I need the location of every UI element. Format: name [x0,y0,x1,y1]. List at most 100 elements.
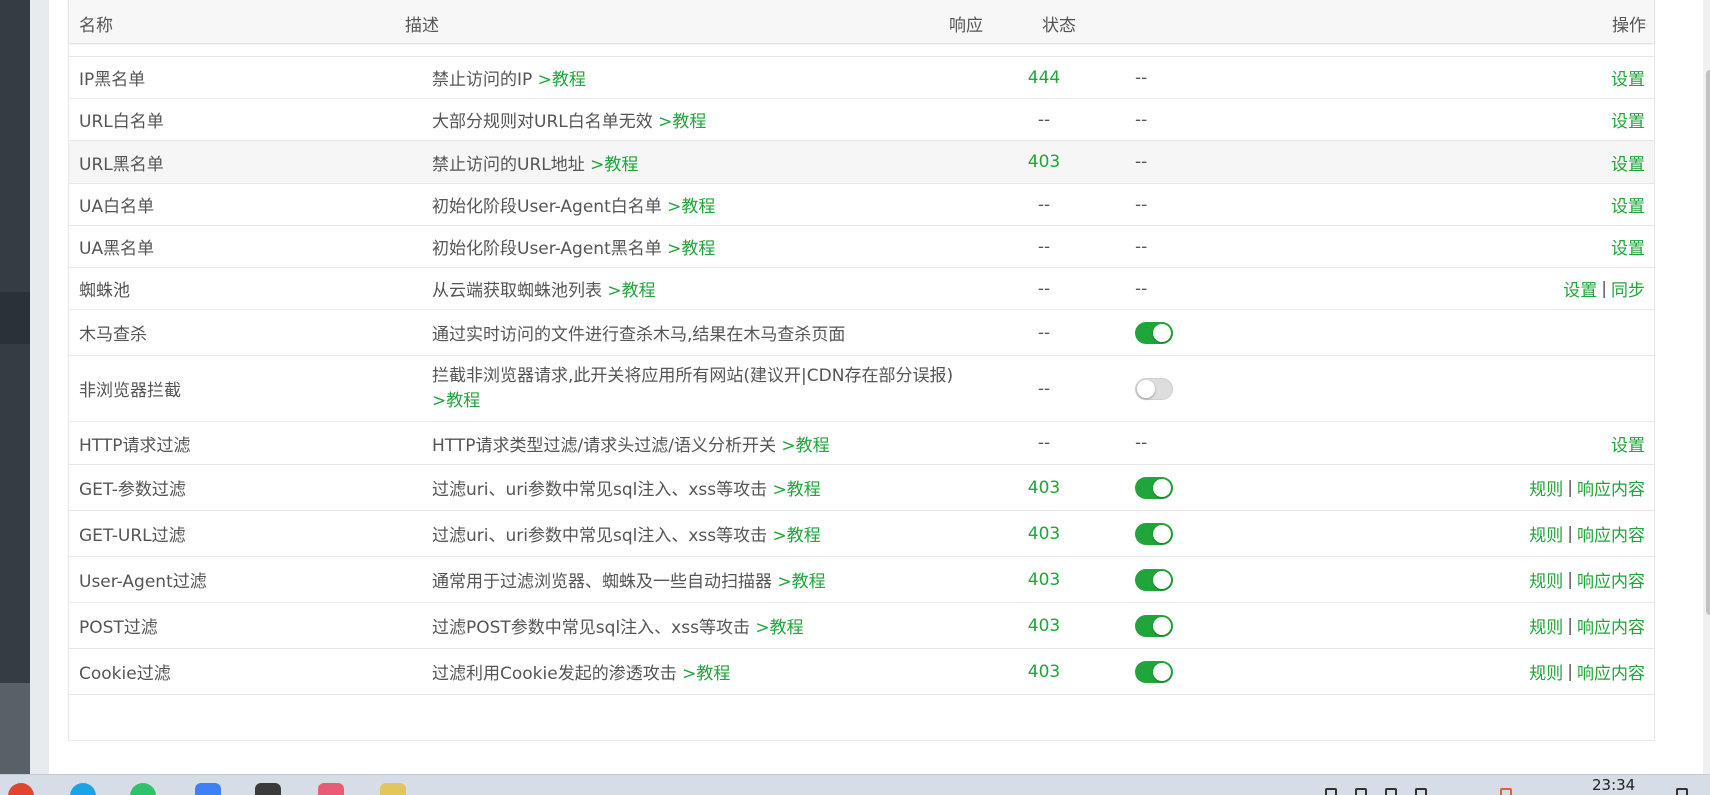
tutorial-link[interactable]: >教程 [773,521,821,546]
row-resp: 403 [1027,569,1061,590]
table-row: POST过滤 过滤POST参数中常见sql注入、xss等攻击 >教程 403 规… [68,603,1655,649]
table-row: Cookie过滤 过滤利用Cookie发起的渗透攻击 >教程 403 规则 | 响应… [68,649,1655,695]
wechat-icon[interactable] [130,783,156,795]
row-name: 非浏览器拦截 [79,381,181,401]
response-content-link[interactable]: 响应内容 [1577,475,1645,500]
sidebar-active-item[interactable] [0,292,30,344]
response-content-link[interactable]: 响应内容 [1577,567,1645,592]
app-icon-pink[interactable] [318,783,344,795]
action-separator: | [1567,615,1573,636]
folder-icon[interactable] [380,783,406,795]
app-icon-dark[interactable] [255,783,281,795]
os-taskbar: 23:34 [0,774,1710,795]
tutorial-link[interactable]: >教程 [667,234,715,259]
settings-link[interactable]: 设置 [1611,234,1645,259]
row-actions: 设置 [1611,184,1645,225]
response-content-link[interactable]: 响应内容 [1577,521,1645,546]
row-resp: 403 [1027,661,1061,682]
row-name: 蜘蛛池 [79,281,130,301]
response-content-link[interactable]: 响应内容 [1577,613,1645,638]
toggle-knob [1153,662,1171,681]
tutorial-link[interactable]: >教程 [667,192,715,217]
toggle-knob [1153,524,1171,543]
row-resp: 403 [1027,477,1061,498]
settings-link[interactable]: 设置 [1611,65,1645,90]
tray-icon[interactable] [1415,788,1427,795]
tutorial-link[interactable]: >教程 [773,475,821,500]
status-toggle[interactable] [1135,568,1173,591]
row-desc: 初始化阶段User-Agent黑名单 >教程 [432,226,992,267]
settings-link[interactable]: 设置 [1611,431,1645,456]
status-toggle[interactable] [1135,660,1173,683]
tutorial-link[interactable]: >教程 [781,431,829,456]
row-desc-text: HTTP请求类型过滤/请求头过滤/语义分析开关 [432,435,776,456]
row-resp: 403 [1027,523,1061,544]
action-separator: | [1567,477,1573,498]
row-actions: 规则 | 响应内容 [1529,511,1645,556]
row-name: UA黑名单 [79,239,155,259]
row-actions: 规则 | 响应内容 [1529,603,1645,648]
settings-link[interactable]: 设置 [1611,150,1645,175]
status-toggle[interactable] [1135,476,1173,499]
row-desc-text: 禁止访问的IP [432,70,533,90]
scrollbar-thumb[interactable] [1706,70,1710,615]
tutorial-link[interactable]: >教程 [432,391,480,411]
settings-link[interactable]: 设置 [1563,276,1597,301]
settings-link[interactable]: 设置 [1611,107,1645,132]
clock-time[interactable]: 23:34 [1592,776,1635,794]
row-name: GET-URL过滤 [79,526,186,546]
row-desc-text: 拦截非浏览器请求,此开关将应用所有网站(建议开|CDN存在部分误报) [432,365,954,386]
notification-icon[interactable] [1676,788,1688,795]
status-toggle[interactable] [1135,321,1173,344]
row-desc: 过滤利用Cookie发起的渗透攻击 >教程 [432,649,992,694]
rules-link[interactable]: 规则 [1529,659,1563,684]
row-actions: 规则 | 响应内容 [1529,465,1645,510]
tray-icon[interactable] [1325,788,1337,795]
tutorial-link[interactable]: >教程 [538,65,586,90]
row-state: -- [1135,194,1148,215]
tray-icon[interactable] [1355,788,1367,795]
status-toggle[interactable] [1135,522,1173,545]
app-icon-square[interactable] [195,783,221,795]
table-row: URL黑名单 禁止访问的URL地址 >教程 403 -- 设置 [68,141,1655,184]
tutorial-link[interactable]: >教程 [755,613,803,638]
rules-link[interactable]: 规则 [1529,567,1563,592]
header-name: 名称 [79,16,113,36]
row-desc-text: 通过实时访问的文件进行查杀木马,结果在木马查杀页面 [432,325,846,345]
row-name: Cookie过滤 [79,664,171,684]
tutorial-link[interactable]: >教程 [607,276,655,301]
table-body: IP黑名单 禁止访问的IP >教程 444 -- 设置 URL白名单 大部分规则… [68,17,1655,741]
table-row: 非浏览器拦截 拦截非浏览器请求,此开关将应用所有网站(建议开|CDN存在部分误报… [68,356,1655,422]
table-row: 蜘蛛池 从云端获取蜘蛛池列表 >教程 -- -- 设置 | 同步 [68,268,1655,310]
row-name: URL黑名单 [79,154,164,175]
tray-icon[interactable] [1385,788,1397,795]
row-actions: 设置 [1611,422,1645,464]
tray-icon[interactable] [1500,788,1512,795]
tutorial-link[interactable]: >教程 [590,150,638,175]
row-desc-text: 过滤利用Cookie发起的渗透攻击 [432,664,677,684]
tutorial-link[interactable]: >教程 [777,567,825,592]
response-content-link[interactable]: 响应内容 [1577,659,1645,684]
settings-link[interactable]: 设置 [1611,192,1645,217]
row-state: -- [1135,236,1148,257]
row-desc: 通常用于过滤浏览器、蜘蛛及一些自动扫描器 >教程 [432,557,992,602]
table-row: IP黑名单 禁止访问的IP >教程 444 -- 设置 [68,57,1655,99]
header-action: 操作 [1612,16,1646,36]
row-name: HTTP请求过滤 [79,435,191,456]
toggle-knob [1153,478,1171,497]
row-desc: 大部分规则对URL白名单无效 >教程 [432,99,992,140]
status-toggle[interactable] [1135,614,1173,637]
row-actions: 规则 | 响应内容 [1529,557,1645,602]
tutorial-link[interactable]: >教程 [682,659,730,684]
row-desc: 通过实时访问的文件进行查杀木马,结果在木马查杀页面 [432,310,992,355]
status-toggle[interactable] [1135,377,1173,400]
chrome-icon[interactable] [8,783,34,795]
rules-link[interactable]: 规则 [1529,613,1563,638]
rules-link[interactable]: 规则 [1529,521,1563,546]
app-icon-blue[interactable] [70,783,96,795]
sync-link[interactable]: 同步 [1611,276,1645,301]
tutorial-link[interactable]: >教程 [658,107,706,132]
rules-link[interactable]: 规则 [1529,475,1563,500]
row-name: POST过滤 [79,618,158,638]
row-desc-text: 过滤uri、uri参数中常见sql注入、xss等攻击 [432,526,768,546]
